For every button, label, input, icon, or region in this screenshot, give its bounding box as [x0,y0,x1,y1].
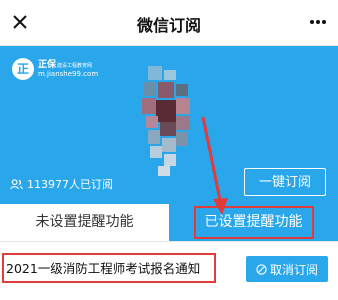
top-bar: 微信订阅 [0,0,338,46]
qr-code-image [136,66,202,176]
more-icon[interactable] [308,12,328,32]
unsubscribe-label: 取消订阅 [269,262,318,277]
brand-logo: 正 正保建设工程教育网 m.jianshe99.com [12,56,112,84]
logo-mark: 正 [12,58,34,80]
users-icon [10,178,23,189]
subscriber-count: 113977人已订阅 [10,176,113,192]
subscription-banner: 正 正保建设工程教育网 m.jianshe99.com 113977人已订阅 一… [0,46,338,204]
reminder-tabs: 未设置提醒功能 已设置提醒功能 [0,204,338,242]
logo-name: 正保建设工程教育网 [38,60,93,70]
tab-set-reminder[interactable]: 已设置提醒功能 [169,204,338,241]
logo-url: m.jianshe99.com [38,70,99,78]
tab-unset-reminder[interactable]: 未设置提醒功能 [0,204,169,241]
list-item: 2021一级消防工程师考试报名通知 取消订阅 [0,252,338,288]
subscriber-count-text: 113977人已订阅 [27,178,113,191]
unsubscribe-button[interactable]: 取消订阅 [246,256,328,282]
cancel-icon [256,263,267,275]
list-item-label: 2021一级消防工程师考试报名通知 [6,261,201,276]
page-title: 微信订阅 [136,16,201,35]
subscribe-all-button[interactable]: 一键订阅 [244,168,326,196]
